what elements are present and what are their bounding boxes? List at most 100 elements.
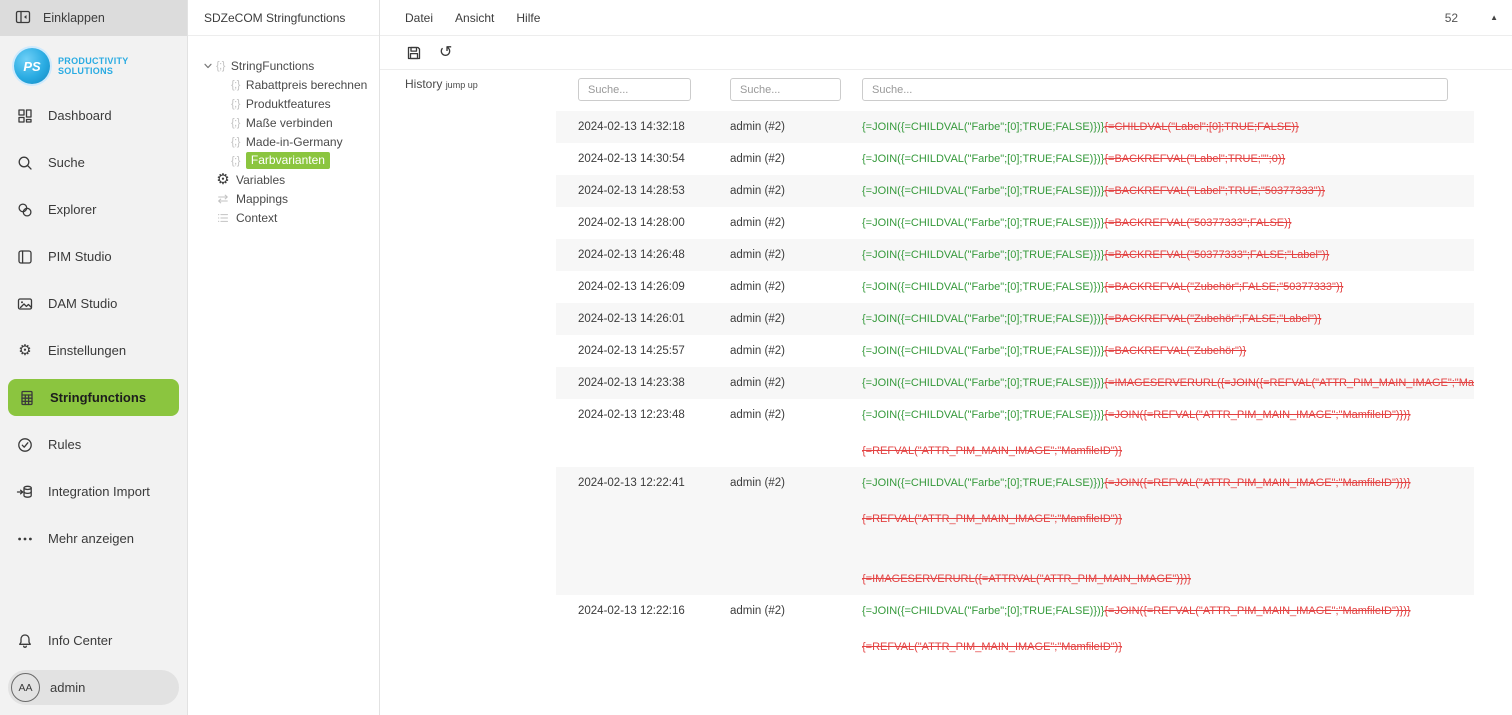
save-button[interactable] — [405, 44, 423, 62]
scroll-top-icon[interactable]: ▲ — [1490, 13, 1498, 22]
logo-wordmark: PRODUCTIVITY SOLUTIONS — [58, 56, 129, 77]
info-center-label: Info Center — [48, 633, 112, 648]
chevron-down-icon[interactable] — [202, 60, 216, 72]
history-row[interactable]: 2024-02-13 12:22:16admin (#2){=JOIN({=CH… — [556, 595, 1474, 663]
braces-icon: {;} — [231, 136, 240, 148]
tree-item-produktfeatures[interactable]: {;}Produktfeatures — [202, 94, 379, 113]
menubar: DateiAnsichtHilfe 52 ▲ — [380, 0, 1512, 36]
diff-line: {=JOIN({=CHILDVAL("Farbe";[0];TRUE;FALSE… — [862, 399, 1474, 431]
history-user: admin (#2) — [730, 111, 862, 143]
tree-item-farbvarianten[interactable]: {;}Farbvarianten — [202, 151, 379, 170]
history-timestamp: 2024-02-13 14:26:01 — [578, 303, 730, 335]
search-user-input[interactable] — [730, 78, 841, 101]
kept-text: {=JOIN({=CHILDVAL("Farbe";[0];TRUE;FALSE… — [862, 477, 1104, 489]
removed-text: {=REFVAL("ATTR_PIM_MAIN_IMAGE";"MamfileI… — [862, 641, 1122, 653]
collapse-icon — [14, 8, 32, 29]
sidebar-item-dashboard[interactable]: Dashboard — [0, 92, 187, 139]
collapse-sidebar-button[interactable]: Einklappen — [0, 0, 187, 36]
tree-item-maße-verbinden[interactable]: {;}Maße verbinden — [202, 113, 379, 132]
history-user: admin (#2) — [730, 303, 862, 335]
history-value-diff: {=JOIN({=CHILDVAL("Farbe";[0];TRUE;FALSE… — [862, 303, 1474, 335]
history-row[interactable]: 2024-02-13 14:26:01admin (#2){=JOIN({=CH… — [556, 303, 1474, 335]
tree-item-mappings[interactable]: ⇄Mappings — [202, 189, 379, 208]
kept-text: {=JOIN({=CHILDVAL("Farbe";[0];TRUE;FALSE… — [862, 153, 1104, 165]
history-timestamp: 2024-02-13 14:26:09 — [578, 271, 730, 303]
diff-line: {=JOIN({=CHILDVAL("Farbe";[0];TRUE;FALSE… — [862, 111, 1474, 143]
search-value-input[interactable] — [862, 78, 1448, 101]
sidebar-item-explorer[interactable]: Explorer — [0, 186, 187, 233]
sidebar-item-label: PIM Studio — [48, 249, 112, 264]
history-row[interactable]: 2024-02-13 14:28:00admin (#2){=JOIN({=CH… — [556, 207, 1474, 239]
tree-item-label: Made-in-Germany — [246, 135, 343, 149]
user-menu[interactable]: AA admin — [8, 670, 179, 705]
tree-item-label: StringFunctions — [231, 59, 314, 73]
history-row[interactable]: 2024-02-13 14:32:18admin (#2){=JOIN({=CH… — [556, 111, 1474, 143]
rules-icon — [15, 436, 35, 454]
search-time-input[interactable] — [578, 78, 691, 101]
sidebar-item-label: Suche — [48, 155, 85, 170]
history-value-diff: {=JOIN({=CHILDVAL("Farbe";[0];TRUE;FALSE… — [862, 175, 1474, 207]
diff-line: {=JOIN({=CHILDVAL("Farbe";[0];TRUE;FALSE… — [862, 175, 1474, 207]
more-icon — [15, 530, 35, 548]
main-area: DateiAnsichtHilfe 52 ▲ ↺ History jump up — [380, 0, 1512, 715]
sidebar-item-einstellungen[interactable]: ⚙Einstellungen — [0, 327, 187, 374]
kept-text: {=JOIN({=CHILDVAL("Farbe";[0];TRUE;FALSE… — [862, 345, 1104, 357]
history-row[interactable]: 2024-02-13 14:28:53admin (#2){=JOIN({=CH… — [556, 175, 1474, 207]
history-content: History jump up 2024-02-13 14:32:18admin… — [380, 70, 1512, 715]
integration-import-icon — [15, 483, 35, 501]
history-user: admin (#2) — [730, 595, 862, 663]
sidebar-item-dam-studio[interactable]: DAM Studio — [0, 280, 187, 327]
history-row[interactable]: 2024-02-13 14:23:38admin (#2){=JOIN({=CH… — [556, 367, 1474, 399]
history-timestamp: 2024-02-13 12:22:16 — [578, 595, 730, 663]
diff-line: {=REFVAL("ATTR_PIM_MAIN_IMAGE";"MamfileI… — [862, 631, 1474, 663]
removed-text: {=BACKREFVAL("Label";TRUE;"50377333")} — [1104, 185, 1325, 197]
tree-item-stringfunctions[interactable]: {;}StringFunctions — [202, 56, 379, 75]
sidebar-item-suche[interactable]: Suche — [0, 139, 187, 186]
explorer-icon — [15, 201, 35, 219]
sidebar-item-label: Stringfunctions — [50, 390, 146, 405]
sidebar-item-stringfunctions[interactable]: Stringfunctions — [8, 379, 179, 416]
sidebar-item-info-center[interactable]: Info Center — [0, 617, 187, 664]
removed-text: {=BACKREFVAL("Zubehör";FALSE;"Label")} — [1104, 313, 1321, 325]
sidebar-footer: Info Center AA admin — [0, 617, 187, 715]
sidebar-item-label: Rules — [48, 437, 81, 452]
menu-datei[interactable]: Datei — [405, 11, 433, 25]
history-timestamp: 2024-02-13 14:28:53 — [578, 175, 730, 207]
history-row[interactable]: 2024-02-13 14:25:57admin (#2){=JOIN({=CH… — [556, 335, 1474, 367]
sidebar-item-rules[interactable]: Rules — [0, 421, 187, 468]
sidebar-item-label: Integration Import — [48, 484, 150, 499]
tree-item-rabattpreis-berechnen[interactable]: {;}Rabattpreis berechnen — [202, 75, 379, 94]
user-name: admin — [50, 680, 85, 695]
history-user: admin (#2) — [730, 467, 862, 595]
diff-line: {=JOIN({=CHILDVAL("Farbe";[0];TRUE;FALSE… — [862, 467, 1474, 499]
history-row[interactable]: 2024-02-13 12:23:48admin (#2){=JOIN({=CH… — [556, 399, 1474, 467]
sidebar-item-integration-import[interactable]: Integration Import — [0, 468, 187, 515]
tree-item-variables[interactable]: ⚙Variables — [202, 170, 379, 189]
removed-text: {=CHILDVAL("Label";[0];TRUE;FALSE)} — [1104, 121, 1298, 133]
history-row[interactable]: 2024-02-13 14:26:09admin (#2){=JOIN({=CH… — [556, 271, 1474, 303]
removed-text: {=REFVAL("ATTR_PIM_MAIN_IMAGE";"MamfileI… — [862, 513, 1122, 525]
history-value-diff: {=JOIN({=CHILDVAL("Farbe";[0];TRUE;FALSE… — [862, 271, 1474, 303]
tree-item-context[interactable]: Context — [202, 208, 379, 227]
history-user: admin (#2) — [730, 367, 862, 399]
tree-item-label: Maße verbinden — [246, 116, 333, 130]
history-value-diff: {=JOIN({=CHILDVAL("Farbe";[0];TRUE;FALSE… — [862, 399, 1474, 467]
refresh-button[interactable]: ↺ — [439, 45, 452, 61]
mapping-icon: ⇄ — [216, 192, 230, 205]
history-row[interactable]: 2024-02-13 14:26:48admin (#2){=JOIN({=CH… — [556, 239, 1474, 271]
tree-item-made-in-germany[interactable]: {;} Made-in-Germany — [202, 132, 379, 151]
menu-ansicht[interactable]: Ansicht — [455, 11, 494, 25]
history-user: admin (#2) — [730, 143, 862, 175]
sidebar-item-mehr-anzeigen[interactable]: Mehr anzeigen — [0, 515, 187, 562]
menu-hilfe[interactable]: Hilfe — [516, 11, 540, 25]
history-row[interactable]: 2024-02-13 14:30:54admin (#2){=JOIN({=CH… — [556, 143, 1474, 175]
history-value-diff: {=JOIN({=CHILDVAL("Farbe";[0];TRUE;FALSE… — [862, 467, 1474, 595]
tree-item-label: Farbvarianten — [246, 152, 330, 169]
function-tree: {;}StringFunctions{;}Rabattpreis berechn… — [188, 36, 379, 227]
sidebar-item-pim-studio[interactable]: PIM Studio — [0, 233, 187, 280]
history-row[interactable]: 2024-02-13 12:22:41admin (#2){=JOIN({=CH… — [556, 467, 1474, 595]
sidebar-item-label: Dashboard — [48, 108, 112, 123]
history-user: admin (#2) — [730, 399, 862, 467]
kept-text: {=JOIN({=CHILDVAL("Farbe";[0];TRUE;FALSE… — [862, 409, 1104, 421]
tree-item-label: Produktfeatures — [246, 97, 331, 111]
